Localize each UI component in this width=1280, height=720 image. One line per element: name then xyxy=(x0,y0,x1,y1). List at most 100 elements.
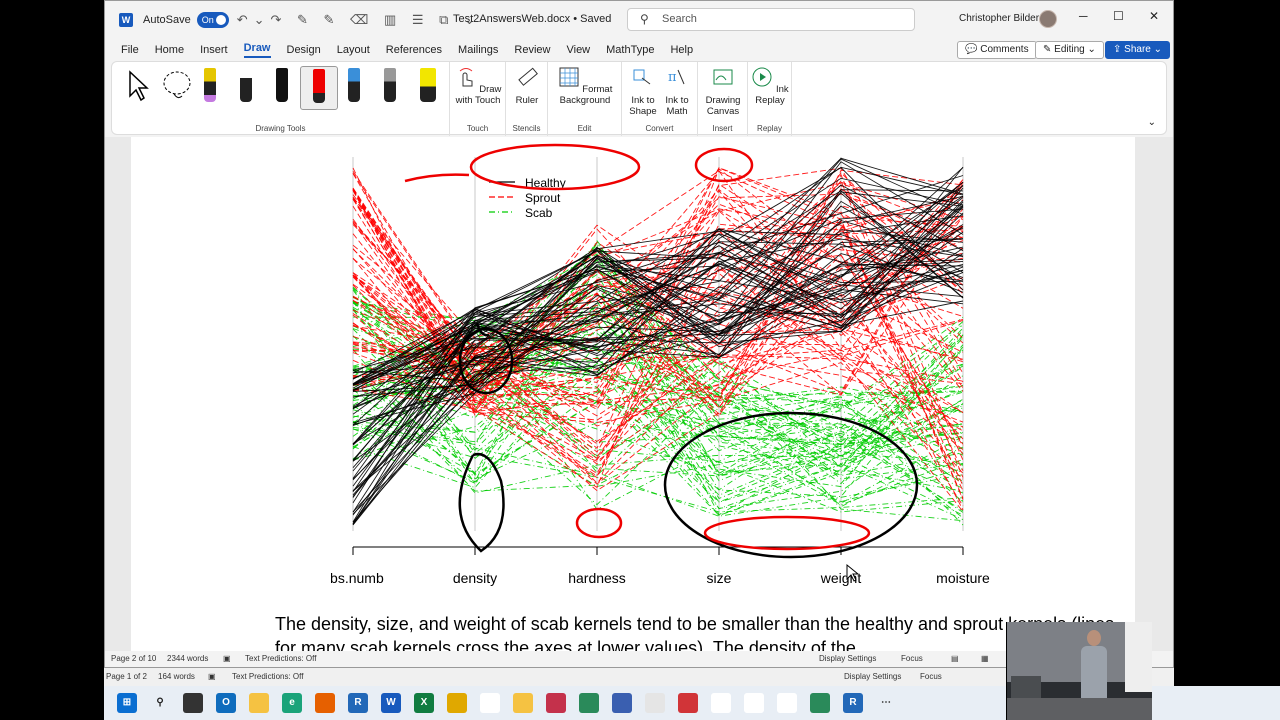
bg-status-display-settings[interactable]: Display Settings xyxy=(844,672,901,681)
tab-file[interactable]: File xyxy=(121,44,139,56)
convert-group-label: Convert xyxy=(645,124,674,133)
search-taskbar-icon[interactable]: ⚲ xyxy=(150,693,170,713)
edit-group-label: Edit xyxy=(577,124,592,133)
tab-mailings[interactable]: Mailings xyxy=(458,44,498,56)
r-icon-2[interactable]: R xyxy=(843,693,863,713)
legend-label-scab: Scab xyxy=(525,206,553,220)
app-icon-8[interactable] xyxy=(744,693,764,713)
editing-label: Editing xyxy=(1054,44,1085,55)
proofing-icon[interactable]: ▣ xyxy=(223,654,231,663)
red-pen-selected[interactable] xyxy=(300,66,338,110)
axis-label-moisture: moisture xyxy=(936,570,990,586)
tab-home[interactable]: Home xyxy=(155,44,184,56)
bg-status-words[interactable]: 164 words xyxy=(158,672,195,681)
start-icon[interactable]: ⊞ xyxy=(117,693,137,713)
word-app-icon: W xyxy=(119,13,133,27)
bg-status-focus[interactable]: Focus xyxy=(920,672,942,681)
app-icon-6[interactable] xyxy=(678,693,698,713)
black-pen-icon[interactable] xyxy=(240,68,252,102)
autosave-toggle[interactable]: On xyxy=(196,12,229,28)
ink-to-math-button[interactable]: π Ink to Math xyxy=(660,66,694,117)
tab-view[interactable]: View xyxy=(566,44,590,56)
ribbon: Drawing Tools Draw with Touch Touch Rule… xyxy=(111,61,1167,136)
print-layout-icon[interactable]: ▦ xyxy=(981,654,989,663)
document-title[interactable]: Test2AnswersWeb.docx • Saved xyxy=(453,13,611,25)
search-input[interactable]: ⚲ Search xyxy=(627,8,915,31)
bg-status-text-predictions[interactable]: Text Predictions: Off xyxy=(232,672,303,681)
blue-pen-icon[interactable] xyxy=(348,68,360,102)
pencil-pen-icon[interactable] xyxy=(204,68,216,102)
r-icon[interactable]: R xyxy=(348,693,368,713)
tab-layout[interactable]: Layout xyxy=(337,44,370,56)
status-focus[interactable]: Focus xyxy=(901,654,923,663)
minimize-icon[interactable]: ─ xyxy=(1079,9,1088,23)
file-explorer-icon[interactable] xyxy=(249,693,269,713)
ink-replay-icon xyxy=(752,67,772,87)
ruler-button[interactable]: Ruler xyxy=(508,66,546,106)
avatar[interactable] xyxy=(1039,10,1057,28)
read-mode-icon[interactable]: ▤ xyxy=(951,654,959,663)
acrobat-icon[interactable] xyxy=(546,693,566,713)
status-display-settings[interactable]: Display Settings xyxy=(819,654,876,663)
status-words[interactable]: 2344 words xyxy=(167,654,208,663)
editing-button[interactable]: ✎ Editing ⌄ xyxy=(1035,41,1104,59)
more-apps-icon[interactable]: ⋯ xyxy=(876,693,896,713)
search-icon: ⚲ xyxy=(640,12,649,26)
tab-draw[interactable]: Draw xyxy=(243,42,271,58)
red-pen-icon xyxy=(313,69,325,103)
black-pen-2-icon[interactable] xyxy=(276,68,288,102)
ink-replay-button[interactable]: Ink Replay xyxy=(750,66,790,106)
tab-mathtype[interactable]: MathType xyxy=(606,44,654,56)
app-icon-9[interactable] xyxy=(777,693,797,713)
highlighter-icon[interactable] xyxy=(420,68,436,102)
word-taskbar-icon[interactable]: W xyxy=(381,693,401,713)
insert-group-label: Insert xyxy=(712,124,733,133)
app-icon-1[interactable] xyxy=(447,693,467,713)
firefox-icon[interactable] xyxy=(315,693,335,713)
tab-references[interactable]: References xyxy=(386,44,442,56)
format-background-icon xyxy=(559,67,579,87)
bg-proofing-icon[interactable]: ▣ xyxy=(208,672,216,681)
drawing-canvas-button[interactable]: Drawing Canvas xyxy=(700,66,746,117)
axis-label-size: size xyxy=(707,570,732,586)
app-icon-10[interactable] xyxy=(810,693,830,713)
share-button[interactable]: ⇪ Share ⌄ xyxy=(1105,41,1171,59)
comments-button[interactable]: 💬 Comments xyxy=(957,41,1037,59)
excel-icon[interactable]: X xyxy=(414,693,434,713)
undo-redo-icons[interactable]: ↶⌄↷ ✎ ✎ ⌫ ▥ ☰ ⧉ ⌄ xyxy=(237,12,481,28)
app-icon-2[interactable] xyxy=(480,693,500,713)
maximize-icon[interactable]: ☐ xyxy=(1113,9,1124,23)
stencils-group: Ruler Stencils xyxy=(506,62,548,136)
outlook-icon[interactable]: O xyxy=(216,693,236,713)
ink-to-shape-button[interactable]: Ink to Shape xyxy=(626,66,660,117)
status-text-predictions[interactable]: Text Predictions: Off xyxy=(245,654,316,663)
drawing-canvas-icon xyxy=(713,69,733,85)
draw-with-touch-button[interactable]: Draw with Touch xyxy=(454,66,502,106)
presenter-body xyxy=(1081,646,1107,698)
tab-help[interactable]: Help xyxy=(670,44,693,56)
tab-insert[interactable]: Insert xyxy=(200,44,228,56)
tab-review[interactable]: Review xyxy=(514,44,550,56)
folder-icon[interactable] xyxy=(513,693,533,713)
edit-group: Format Background Edit xyxy=(548,62,622,136)
touch-group-label: Touch xyxy=(466,124,489,133)
drawing-tools-label: Drawing Tools xyxy=(255,124,306,133)
app-icon-3[interactable] xyxy=(579,693,599,713)
edge-icon[interactable]: e xyxy=(282,693,302,713)
user-name[interactable]: Christopher Bilder xyxy=(959,13,1039,24)
task-view-icon[interactable] xyxy=(183,693,203,713)
status-page[interactable]: Page 2 of 10 xyxy=(111,654,156,663)
gray-pen-icon[interactable] xyxy=(384,68,396,102)
select-arrow-icon[interactable] xyxy=(126,70,150,102)
app-icon-5[interactable] xyxy=(645,693,665,713)
format-background-button[interactable]: Format Background xyxy=(552,66,618,106)
app-icon-4[interactable] xyxy=(612,693,632,713)
app-icon-7[interactable] xyxy=(711,693,731,713)
tab-design[interactable]: Design xyxy=(287,44,321,56)
close-icon[interactable]: ✕ xyxy=(1149,9,1159,23)
ribbon-collapse-icon[interactable]: ⌄ xyxy=(1148,117,1156,128)
lasso-select-icon[interactable] xyxy=(160,68,194,102)
bg-status-page[interactable]: Page 1 of 2 xyxy=(106,672,147,681)
insert-group: Drawing Canvas Insert xyxy=(698,62,748,136)
svg-text:π: π xyxy=(668,70,677,85)
